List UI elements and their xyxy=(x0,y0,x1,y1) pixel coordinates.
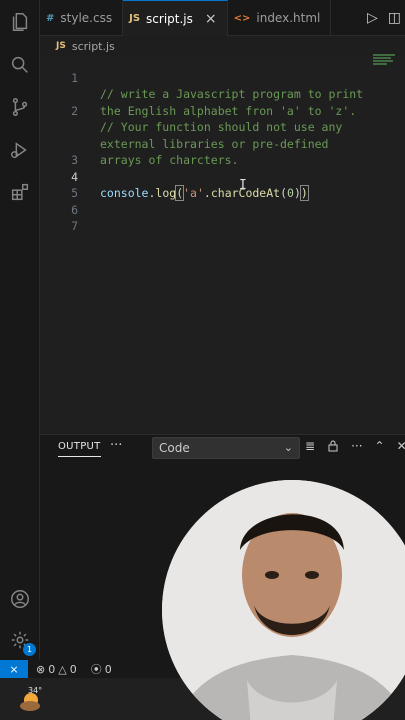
breadcrumb-file[interactable]: script.js xyxy=(72,40,115,53)
source-control-icon[interactable] xyxy=(8,95,32,119)
warning-count: 0 xyxy=(69,662,77,676)
tab-output[interactable]: OUTPUT xyxy=(58,441,101,457)
maximize-icon[interactable]: ⌃ xyxy=(375,439,385,455)
search-icon[interactable] xyxy=(8,53,32,77)
remote-icon[interactable]: ⨯ xyxy=(0,660,28,678)
code-line: 7 xyxy=(40,202,78,233)
settings-badge: 1 xyxy=(23,643,36,656)
mouse-cursor-icon: I xyxy=(239,178,247,193)
code-line-current: 4 console.log('a'.charCodeAt(0)) xyxy=(40,152,309,201)
token-string: 'a' xyxy=(183,186,204,200)
extensions-icon[interactable] xyxy=(8,180,32,204)
explorer-icon[interactable] xyxy=(8,10,32,34)
ports-count: 0 xyxy=(104,662,112,676)
panel-actions: ≣ ··· ⌃ ✕ xyxy=(305,439,405,455)
code-line: 1 // write a Javascript program to print xyxy=(40,53,363,102)
comment-text: external libraries or pre-defined xyxy=(100,136,329,151)
token-number: 0 xyxy=(287,186,294,200)
code-line: 6 xyxy=(40,185,78,217)
warning-icon: △ xyxy=(58,662,67,676)
more-actions-icon[interactable]: ··· xyxy=(110,438,122,453)
close-tab-icon[interactable]: × xyxy=(205,11,217,27)
editor-actions: ▷ ◫ xyxy=(367,0,405,36)
code-editor[interactable]: 1 // write a Javascript program to print… xyxy=(40,53,405,434)
comment-text: arrays of charcters. xyxy=(100,153,239,167)
comment-text: the English alphabet fron 'a' to 'z'. xyxy=(100,103,357,118)
close-panel-icon[interactable]: ✕ xyxy=(397,439,405,455)
token-object: console xyxy=(100,186,149,200)
ports-indicator[interactable]: ⦿ 0 xyxy=(91,661,112,677)
lock-icon[interactable] xyxy=(327,439,339,455)
html-file-icon: <> xyxy=(233,12,251,24)
run-icon[interactable]: ▷ xyxy=(367,10,378,26)
code-statement: console.log('a'.charCodeAt(0)) xyxy=(100,185,309,202)
code-line: 3 xyxy=(40,136,78,167)
filter-icon[interactable]: ≣ xyxy=(305,439,315,455)
tab-script-js[interactable]: JS script.js × xyxy=(123,0,228,36)
select-value: Code xyxy=(159,441,190,455)
token-paren: ) xyxy=(299,185,309,201)
activity-bar: 1 xyxy=(0,0,40,660)
tab-label: index.html xyxy=(256,11,321,25)
code-line: external libraries or pre-defined xyxy=(40,103,328,151)
settings-gear-icon[interactable]: 1 xyxy=(8,628,36,656)
error-count: 0 xyxy=(48,662,56,676)
token-dot: . xyxy=(203,186,211,200)
tab-index-html[interactable]: <> index.html xyxy=(228,0,332,36)
tab-label: style.css xyxy=(60,11,113,25)
code-line: 5 xyxy=(40,169,78,200)
split-editor-icon[interactable]: ◫ xyxy=(388,10,401,26)
code-line: the English alphabet fron 'a' to 'z'. xyxy=(40,70,356,118)
comment-text: // Your function should not use any xyxy=(100,120,343,134)
js-file-icon: JS xyxy=(129,13,141,24)
code-line: arrays of charcters. xyxy=(40,119,238,167)
css-file-icon: # xyxy=(46,12,55,24)
output-channel-select[interactable]: Code ⌄ xyxy=(152,437,300,459)
account-icon[interactable] xyxy=(8,587,32,611)
editor-tab-bar: # style.css JS script.js × <> index.html… xyxy=(40,0,405,36)
temperature: 34° xyxy=(28,686,43,695)
more-icon[interactable]: ··· xyxy=(351,439,362,455)
tab-style-css[interactable]: # style.css xyxy=(40,0,124,36)
comment-text: // write a Javascript program to print xyxy=(100,87,364,101)
problems-indicator[interactable]: ⊗ 0 △ 0 xyxy=(36,663,77,676)
token-paren: ) xyxy=(293,186,301,200)
token-paren: ( xyxy=(280,186,288,200)
broadcast-icon: ⦿ xyxy=(90,663,102,676)
code-line: 2 // Your function should not use any xyxy=(40,86,342,135)
tab-label: script.js xyxy=(146,11,193,26)
minimap[interactable] xyxy=(373,54,397,68)
token-function: log xyxy=(155,186,177,200)
chevron-down-icon: ⌄ xyxy=(283,441,293,454)
error-icon: ⊗ xyxy=(36,662,46,676)
js-file-icon: JS xyxy=(56,41,66,51)
run-debug-icon[interactable] xyxy=(8,138,32,162)
line-number: 7 xyxy=(71,219,78,233)
